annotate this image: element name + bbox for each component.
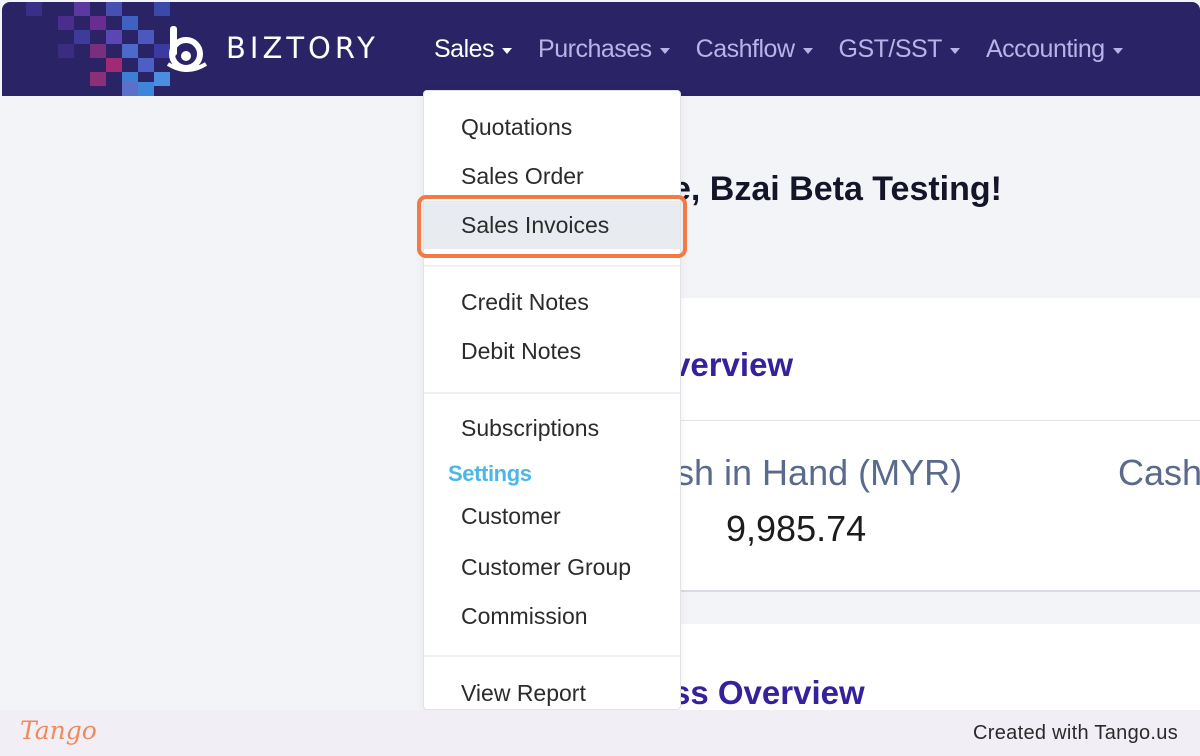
chevron-down-icon (1112, 47, 1123, 54)
business-overview-card: ss Overview (640, 624, 1200, 711)
nav-gst-sst-label: GST/SST (838, 34, 943, 63)
nav-purchases-label: Purchases (538, 34, 652, 63)
menu-item-customer[interactable]: Customer (424, 496, 680, 536)
top-navbar: BIZTORY Sales Purchases Cashflow GST/SST… (2, 2, 1200, 96)
menu-item-sales-invoices[interactable]: Sales Invoices (424, 201, 680, 249)
menu-item-quotations[interactable]: Quotations (424, 107, 680, 147)
menu-item-debit-notes[interactable]: Debit Notes (424, 331, 680, 371)
business-overview-title: ss Overview (672, 674, 865, 711)
menu-item-commission[interactable]: Commission (424, 596, 680, 636)
nav-gst-sst[interactable]: GST/SST (839, 35, 960, 64)
chevron-down-icon (802, 47, 813, 54)
tango-logo: Tango (20, 716, 97, 745)
second-metric-label: Cash (1118, 452, 1200, 493)
card-divider (640, 420, 1200, 421)
menu-item-customer-group[interactable]: Customer Group (424, 547, 680, 587)
tango-footer: Tango Created with Tango.us (0, 710, 1200, 756)
nav-accounting-label: Accounting (985, 34, 1105, 63)
card-bottom-border (640, 590, 1200, 592)
menu-item-view-report[interactable]: View Report (424, 673, 680, 709)
biztory-logo-icon (166, 26, 208, 72)
menu-divider (424, 655, 680, 657)
nav-cashflow[interactable]: Cashflow (696, 35, 813, 64)
overview-title: verview (672, 346, 794, 383)
menu-item-sales-order[interactable]: Sales Order (424, 156, 680, 196)
welcome-heading: e, Bzai Beta Testing! (672, 170, 1002, 208)
menu-item-credit-notes[interactable]: Credit Notes (424, 282, 680, 322)
biztory-logo[interactable]: BIZTORY (162, 24, 379, 72)
nav-cashflow-label: Cashflow (695, 34, 795, 63)
nav-purchases[interactable]: Purchases (538, 35, 670, 64)
nav-sales[interactable]: Sales (434, 34, 513, 64)
cash-in-hand-label: sh in Hand (MYR) (676, 452, 963, 493)
cash-in-hand-value: 9,985.74 (726, 508, 867, 549)
main-menu: Sales Purchases Cashflow GST/SST Account… (434, 30, 1149, 68)
menu-divider (424, 392, 680, 394)
overview-card: verview sh in Hand (MYR) Cash 9,985.74 (640, 298, 1200, 592)
chevron-down-icon (502, 47, 513, 54)
sales-dropdown-menu: Quotations Sales Order Sales Invoices Cr… (423, 90, 681, 710)
chevron-down-icon (659, 47, 670, 54)
menu-item-subscriptions[interactable]: Subscriptions (424, 408, 680, 448)
menu-divider (424, 265, 680, 267)
brand-name: BIZTORY (226, 31, 379, 65)
footer-credit: Created with Tango.us (973, 722, 1178, 744)
nav-sales-label: Sales (434, 34, 495, 63)
menu-heading-settings: Settings (448, 461, 532, 486)
nav-accounting[interactable]: Accounting (986, 35, 1123, 64)
chevron-down-icon (949, 47, 960, 54)
